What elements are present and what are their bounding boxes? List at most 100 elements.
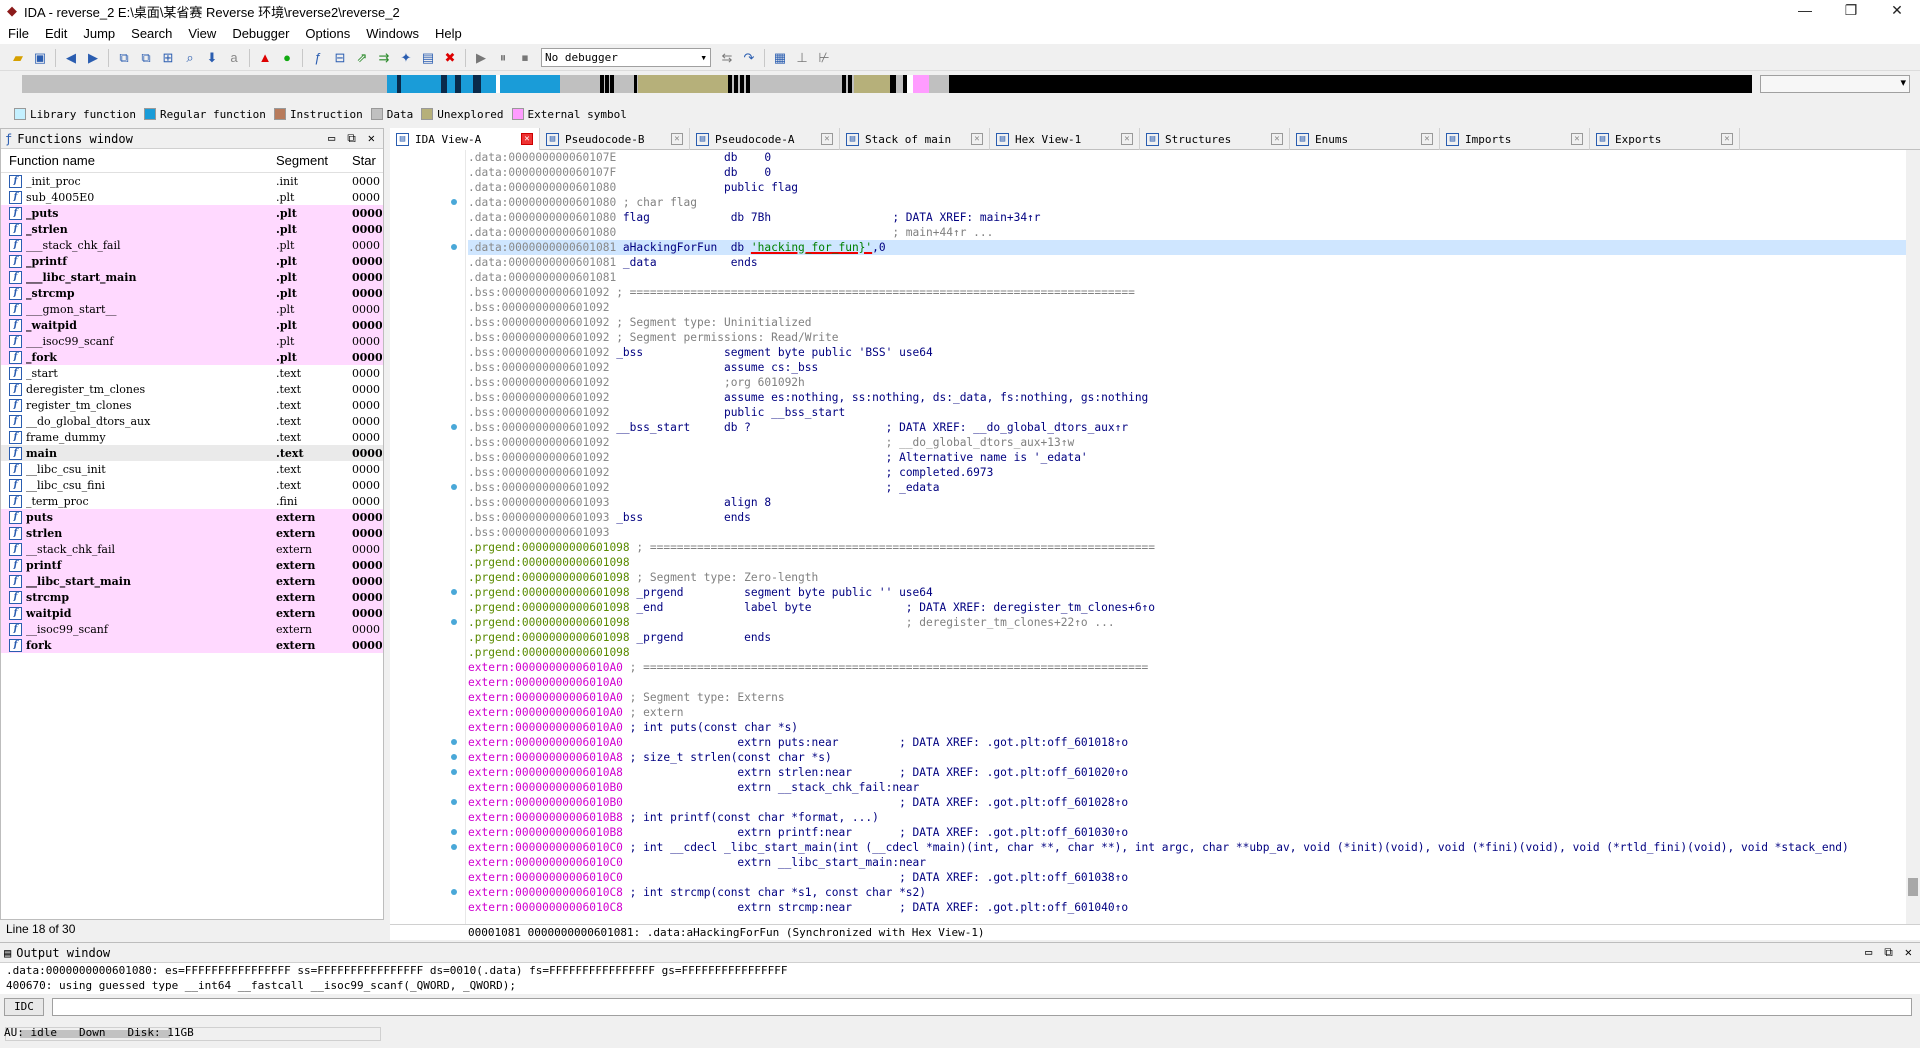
download-icon[interactable]: ⬇	[202, 48, 222, 68]
function-row[interactable]: f ___isoc99_scanf .plt 0000	[1, 333, 383, 349]
back-icon[interactable]: ◀	[61, 48, 81, 68]
col-segment[interactable]: Segment	[276, 153, 352, 168]
disasm-line[interactable]: .bss:0000000000601093	[468, 525, 1906, 540]
disasm-line[interactable]: extern:00000000006010A0 ; int puts(const…	[468, 720, 1906, 735]
tab-structures[interactable]: ▤ Structures ✕	[1140, 128, 1290, 150]
disasm-line[interactable]: extern:00000000006010B0 extrn __stack_ch…	[468, 780, 1906, 795]
menu-search[interactable]: Search	[123, 26, 180, 41]
disasm-line[interactable]: .bss:0000000000601093 align 8	[468, 495, 1906, 510]
menu-edit[interactable]: Edit	[37, 26, 75, 41]
stop-icon[interactable]: ⏹	[515, 48, 535, 68]
disasm-line[interactable]: .data:0000000000601080 ; char flag	[468, 195, 1906, 210]
disasm-line[interactable]: .bss:0000000000601092 ; Segment type: Un…	[468, 315, 1906, 330]
tab-hex-view-1[interactable]: ▤ Hex View-1 ✕	[990, 128, 1140, 150]
disasm-line[interactable]: .data:0000000000601081 aHackingForFun db…	[468, 240, 1906, 255]
disasm-line[interactable]: .bss:0000000000601092 ;org 601092h	[468, 375, 1906, 390]
trace-icon[interactable]: ⊬	[814, 48, 834, 68]
tab-close-icon[interactable]: ✕	[1421, 133, 1433, 145]
command-input[interactable]	[52, 998, 1912, 1016]
disasm-line[interactable]: .data:0000000000601081 _data ends	[468, 255, 1906, 270]
tab-close-icon[interactable]: ✕	[1721, 133, 1733, 145]
disasm-line[interactable]: .bss:0000000000601092 ; completed.6973	[468, 465, 1906, 480]
disasm-line[interactable]: .prgend:0000000000601098 ; deregister_tm…	[468, 615, 1906, 630]
navigation-band[interactable]	[0, 72, 1920, 96]
col-start[interactable]: Star	[352, 153, 382, 168]
disasm-line[interactable]: .data:0000000000601080 ; main+44↑r ...	[468, 225, 1906, 240]
function-row[interactable]: f _fork .plt 0000	[1, 349, 383, 365]
text-icon[interactable]: a	[224, 48, 244, 68]
tab-imports[interactable]: ▤ Imports ✕	[1440, 128, 1590, 150]
function-row[interactable]: f register_tm_clones .text 0000	[1, 397, 383, 413]
disasm-line[interactable]: .bss:0000000000601092 ; _edata	[468, 480, 1906, 495]
function-row[interactable]: f sub_4005E0 .plt 0000	[1, 189, 383, 205]
disasm-line[interactable]: .bss:0000000000601093 _bss ends	[468, 510, 1906, 525]
function-row[interactable]: f main .text 0000	[1, 445, 383, 461]
tab-enums[interactable]: ▤ Enums ✕	[1290, 128, 1440, 150]
disasm-line[interactable]: .prgend:0000000000601098	[468, 645, 1906, 660]
disasm-line[interactable]: .bss:0000000000601092 public __bss_start	[468, 405, 1906, 420]
disasm-line[interactable]: extern:00000000006010C0 ; DATA XREF: .go…	[468, 870, 1906, 885]
function-row[interactable]: f _start .text 0000	[1, 365, 383, 381]
tab-close-icon[interactable]: ✕	[671, 133, 683, 145]
navigation-strip[interactable]	[22, 75, 1752, 93]
tab-close-icon[interactable]: ✕	[521, 133, 533, 145]
menu-help[interactable]: Help	[427, 26, 470, 41]
function-row[interactable]: f __isoc99_scanf extern 0000	[1, 621, 383, 637]
disasm-line[interactable]: .data:0000000000601080 public flag	[468, 180, 1906, 195]
tab-close-icon[interactable]: ✕	[971, 133, 983, 145]
disasm-line[interactable]: extern:00000000006010C0 ; int __cdecl _l…	[468, 840, 1906, 855]
tab-close-icon[interactable]: ✕	[1271, 133, 1283, 145]
breakpoint-icon[interactable]: ▦	[770, 48, 790, 68]
menu-jump[interactable]: Jump	[75, 26, 123, 41]
disasm-line[interactable]: .data:000000000060107E db 0	[468, 150, 1906, 165]
function-row[interactable]: f _printf .plt 0000	[1, 253, 383, 269]
minimize-icon[interactable]: —	[1782, 0, 1828, 22]
disasm-line[interactable]: extern:00000000006010B8 ; int printf(con…	[468, 810, 1906, 825]
paste-icon[interactable]: ⧉	[136, 48, 156, 68]
disasm-line[interactable]: .bss:0000000000601092 __bss_start db ? ;…	[468, 420, 1906, 435]
disasm-line[interactable]: .bss:0000000000601092	[468, 300, 1906, 315]
float-icon[interactable]: ▭	[1865, 945, 1872, 960]
tab-close-icon[interactable]: ✕	[1121, 133, 1133, 145]
step-icon[interactable]: ↷	[739, 48, 759, 68]
function-row[interactable]: f puts extern 0000	[1, 509, 383, 525]
disasm-line[interactable]: extern:00000000006010A0	[468, 675, 1906, 690]
disasm-line[interactable]: .prgend:0000000000601098 ; Segment type:…	[468, 570, 1906, 585]
tab-close-icon[interactable]: ✕	[1571, 133, 1583, 145]
float-icon[interactable]: ▭	[328, 131, 335, 146]
tab-exports[interactable]: ▤ Exports ✕	[1590, 128, 1740, 150]
plugin-icon[interactable]: ✦	[396, 48, 416, 68]
menu-options[interactable]: Options	[297, 26, 358, 41]
function-row[interactable]: f strlen extern 0000	[1, 525, 383, 541]
disasm-line[interactable]: .prgend:0000000000601098 ; =============…	[468, 540, 1906, 555]
disasm-line[interactable]: .bss:0000000000601092 assume es:nothing,…	[468, 390, 1906, 405]
disasm-line[interactable]: .prgend:0000000000601098	[468, 555, 1906, 570]
disasm-line[interactable]: extern:00000000006010A0 ; ==============…	[468, 660, 1906, 675]
close-panel-icon[interactable]: ✕	[1905, 945, 1912, 960]
function-row[interactable]: f waitpid extern 0000	[1, 605, 383, 621]
tab-stack-of-main[interactable]: ▤ Stack of main ✕	[840, 128, 990, 150]
disasm-line[interactable]: .bss:0000000000601092 ; __do_global_dtor…	[468, 435, 1906, 450]
function-row[interactable]: f _waitpid .plt 0000	[1, 317, 383, 333]
function-row[interactable]: f ___libc_start_main .plt 0000	[1, 269, 383, 285]
disasm-line[interactable]: extern:00000000006010B8 extrn printf:nea…	[468, 825, 1906, 840]
binary-icon[interactable]: ⊞	[158, 48, 178, 68]
disassembly-view[interactable]: .data:000000000060107E db 0 .data:0000000…	[390, 150, 1906, 924]
menu-file[interactable]: File	[0, 26, 37, 41]
col-function-name[interactable]: Function name	[1, 153, 276, 168]
disasm-line[interactable]: extern:00000000006010C8 extrn strcmp:nea…	[468, 900, 1906, 915]
vertical-scrollbar[interactable]	[1906, 150, 1920, 924]
disasm-line[interactable]: .data:0000000000601081	[468, 270, 1906, 285]
function-row[interactable]: f __libc_csu_init .text 0000	[1, 461, 383, 477]
close-window-icon[interactable]: ✕	[1874, 0, 1920, 22]
disasm-line[interactable]: .prgend:0000000000601098 _prgend segment…	[468, 585, 1906, 600]
function-row[interactable]: f fork extern 0000	[1, 637, 383, 653]
tab-pseudocode-a[interactable]: ▤ Pseudocode-A ✕	[690, 128, 840, 150]
green-circle-icon[interactable]: ●	[277, 48, 297, 68]
idc-button[interactable]: IDC	[4, 998, 44, 1016]
disasm-line[interactable]: .prgend:0000000000601098 _end label byte…	[468, 600, 1906, 615]
disasm-line[interactable]: extern:00000000006010A0 ; extern	[468, 705, 1906, 720]
function-row[interactable]: f __stack_chk_fail extern 0000	[1, 541, 383, 557]
tab-close-icon[interactable]: ✕	[821, 133, 833, 145]
disasm-line[interactable]: .bss:0000000000601092 ; ================…	[468, 285, 1906, 300]
